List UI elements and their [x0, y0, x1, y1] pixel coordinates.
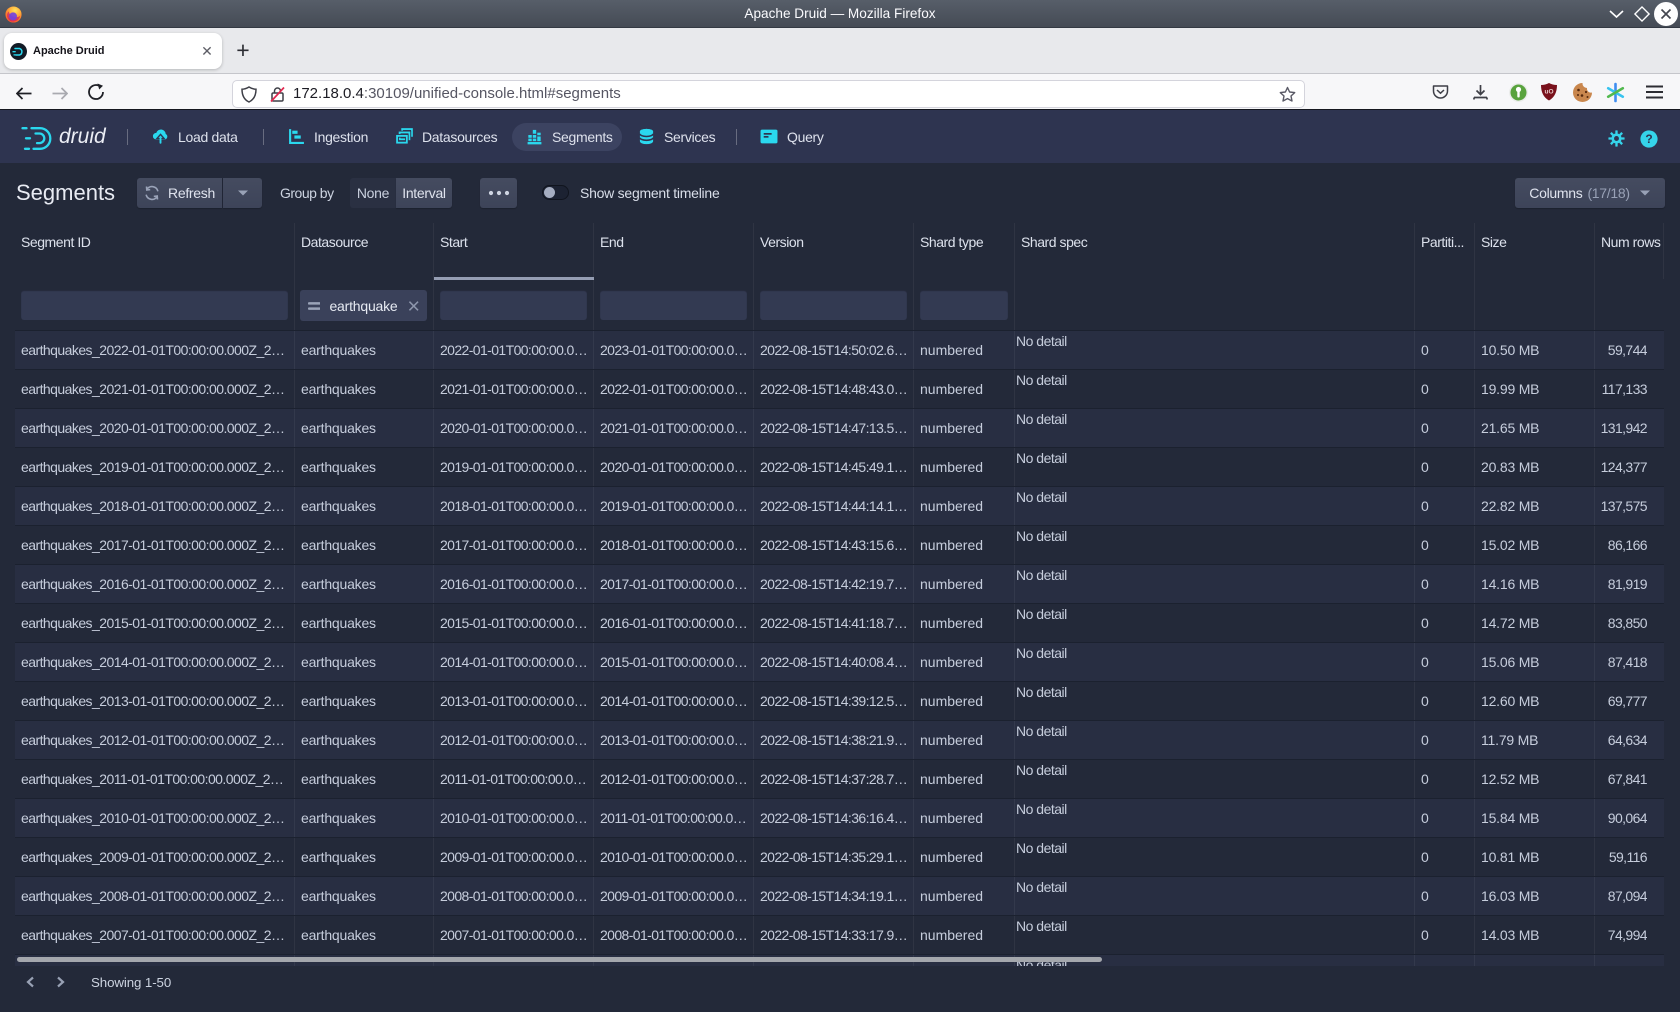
svg-text:?: ?: [1645, 132, 1652, 146]
svg-text:uO: uO: [1544, 89, 1553, 96]
